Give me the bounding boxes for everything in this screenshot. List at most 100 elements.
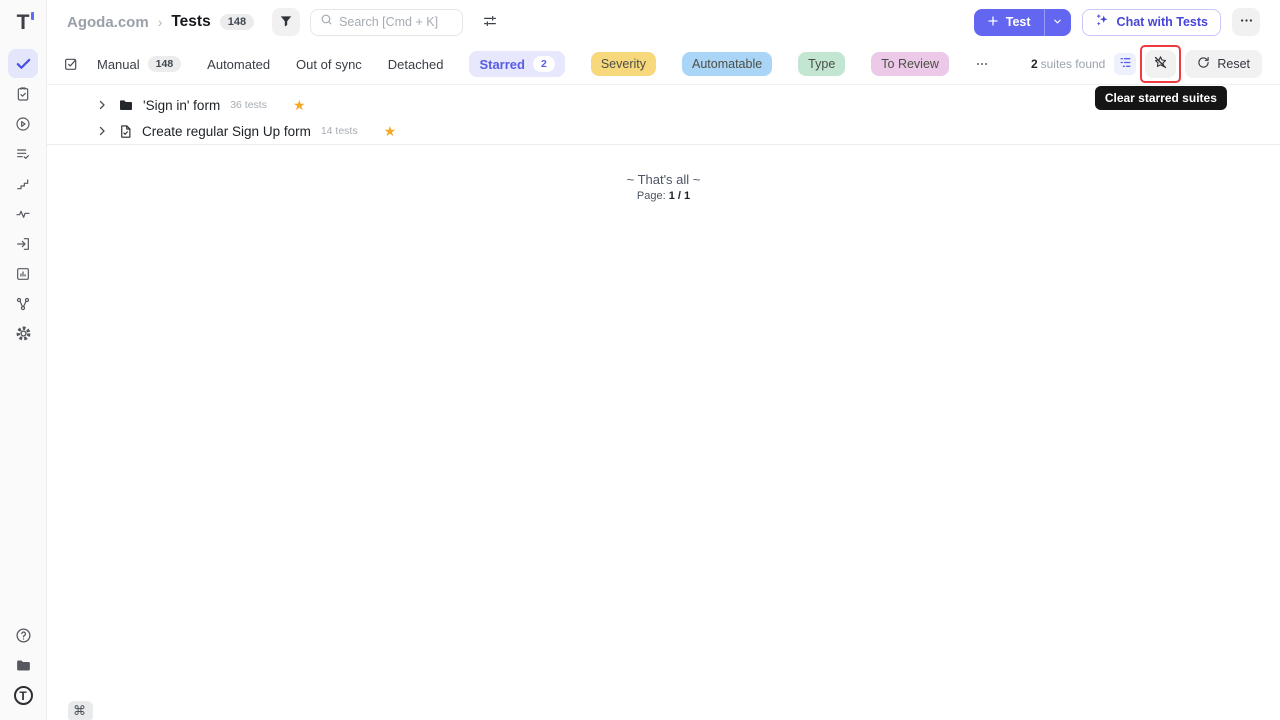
pill-automatable[interactable]: Automatable <box>682 52 772 76</box>
chart-icon <box>15 266 31 282</box>
starred-count-badge: 2 <box>533 56 555 72</box>
breadcrumb: Agoda.com › Tests 148 <box>67 13 254 31</box>
results-count-text: 2suites found <box>1031 57 1105 71</box>
suite-test-count: 36 tests <box>230 99 267 111</box>
star-icon[interactable]: ★ <box>293 98 306 112</box>
thats-all-text: ~ That's all ~ <box>47 172 1280 187</box>
chevron-down-icon <box>1052 15 1063 30</box>
branch-icon <box>15 296 31 312</box>
pill-to-review[interactable]: To Review <box>871 52 949 76</box>
chevron-right-icon[interactable] <box>96 99 108 111</box>
file-check-icon <box>118 124 133 139</box>
clipboard-check-icon <box>15 86 31 102</box>
tests-count-badge: 148 <box>220 14 254 30</box>
filter-tabs: Manual 148 Automated Out of sync Detache… <box>97 51 989 77</box>
check-icon <box>15 55 32 72</box>
sidebar-item-activity[interactable] <box>8 199 38 228</box>
sparkles-icon <box>1095 13 1110 31</box>
sidebar-nav <box>8 49 38 348</box>
suite-name[interactable]: Create regular Sign Up form <box>142 124 311 139</box>
app-window: T <box>0 0 1280 720</box>
filter-results-area: 2suites found Clear starred suites <box>1031 50 1262 78</box>
steps-icon <box>15 176 31 192</box>
star-off-icon <box>1153 55 1168 73</box>
tab-manual[interactable]: Manual 148 <box>97 56 181 72</box>
logo-circle-icon: T <box>14 686 33 705</box>
sidebar-item-tests[interactable] <box>8 49 38 78</box>
filter-more-button[interactable] <box>975 57 989 71</box>
bulk-select-button[interactable] <box>63 56 79 72</box>
add-test-button[interactable]: Test <box>974 9 1044 36</box>
more-horizontal-icon <box>1239 13 1254 31</box>
chevron-right-icon[interactable] <box>96 125 108 137</box>
breadcrumb-project[interactable]: Agoda.com <box>67 14 149 31</box>
filter-bar: Manual 148 Automated Out of sync Detache… <box>47 44 1280 85</box>
reset-filters-button[interactable]: Reset <box>1185 50 1262 78</box>
funnel-icon <box>279 14 293 31</box>
search-input[interactable] <box>339 15 453 29</box>
play-circle-icon <box>15 116 31 132</box>
sidebar-item-help[interactable] <box>8 621 38 650</box>
search-box[interactable] <box>310 9 463 36</box>
sidebar-item-steps[interactable] <box>8 169 38 198</box>
end-of-list: ~ That's all ~ Page: 1 / 1 <box>47 172 1280 202</box>
tab-automated[interactable]: Automated <box>207 57 270 72</box>
list-check-icon <box>15 146 31 162</box>
logo-letter: T <box>17 11 30 35</box>
logo-accent-mark <box>31 12 34 20</box>
suite-name[interactable]: 'Sign in' form <box>143 98 220 113</box>
plus-icon <box>987 15 999 30</box>
manual-count-badge: 148 <box>148 56 182 72</box>
tree-structure-icon <box>1119 56 1132 72</box>
folder-icon <box>118 97 134 113</box>
app-logo[interactable]: T <box>17 9 30 37</box>
sidebar-bottom: T <box>8 621 38 710</box>
pill-type[interactable]: Type <box>798 52 845 76</box>
filter-button[interactable] <box>272 8 300 36</box>
suite-test-count: 14 tests <box>321 125 358 137</box>
sidebar-item-runs[interactable] <box>8 109 38 138</box>
sliders-icon <box>482 13 498 32</box>
tab-starred[interactable]: Starred 2 <box>469 51 564 77</box>
tab-out-of-sync[interactable]: Out of sync <box>296 57 362 72</box>
sidebar-item-checklist[interactable] <box>8 139 38 168</box>
sidebar-item-branches[interactable] <box>8 289 38 318</box>
page-indicator: Page: 1 / 1 <box>47 190 1280 202</box>
topbar-actions: Test Chat with Tests <box>974 8 1260 36</box>
search-icon <box>320 13 333 31</box>
projects-folder-icon <box>15 657 32 674</box>
sidebar-item-plans[interactable] <box>8 79 38 108</box>
clear-starred-wrap: Clear starred suites <box>1145 50 1176 78</box>
clear-starred-tooltip: Clear starred suites <box>1095 86 1227 110</box>
help-icon <box>15 627 32 644</box>
command-key-badge[interactable]: ⌘ <box>68 701 93 720</box>
tab-detached[interactable]: Detached <box>388 57 444 72</box>
command-icon: ⌘ <box>73 703 86 719</box>
topbar-more-button[interactable] <box>1232 8 1260 36</box>
sidebar-item-settings[interactable] <box>8 319 38 348</box>
gear-icon <box>15 325 32 342</box>
import-icon <box>15 236 31 252</box>
topbar: Agoda.com › Tests 148 <box>47 0 1280 44</box>
sidebar-item-workspace[interactable]: T <box>8 681 38 710</box>
tree-view-toggle-button[interactable] <box>1114 53 1136 75</box>
sidebar: T <box>0 0 47 720</box>
refresh-icon <box>1197 56 1210 72</box>
activity-icon <box>15 206 31 222</box>
breadcrumb-separator: › <box>158 14 163 30</box>
view-settings-button[interactable] <box>476 8 504 36</box>
suite-row-create-signup-form[interactable]: Create regular Sign Up form 14 tests ★ <box>47 118 1280 144</box>
star-icon[interactable]: ★ <box>384 124 397 138</box>
main-area: Agoda.com › Tests 148 <box>47 0 1280 720</box>
clear-starred-button[interactable] <box>1145 50 1176 78</box>
add-test-split-button: Test <box>974 9 1071 36</box>
more-horizontal-icon <box>975 57 989 71</box>
chat-with-tests-button[interactable]: Chat with Tests <box>1082 9 1221 36</box>
pill-severity[interactable]: Severity <box>591 52 656 76</box>
sidebar-item-import[interactable] <box>8 229 38 258</box>
add-test-dropdown-button[interactable] <box>1044 9 1071 36</box>
sidebar-item-analytics[interactable] <box>8 259 38 288</box>
bulk-select-icon <box>63 56 79 72</box>
breadcrumb-page[interactable]: Tests <box>171 13 210 31</box>
sidebar-item-projects[interactable] <box>8 651 38 680</box>
